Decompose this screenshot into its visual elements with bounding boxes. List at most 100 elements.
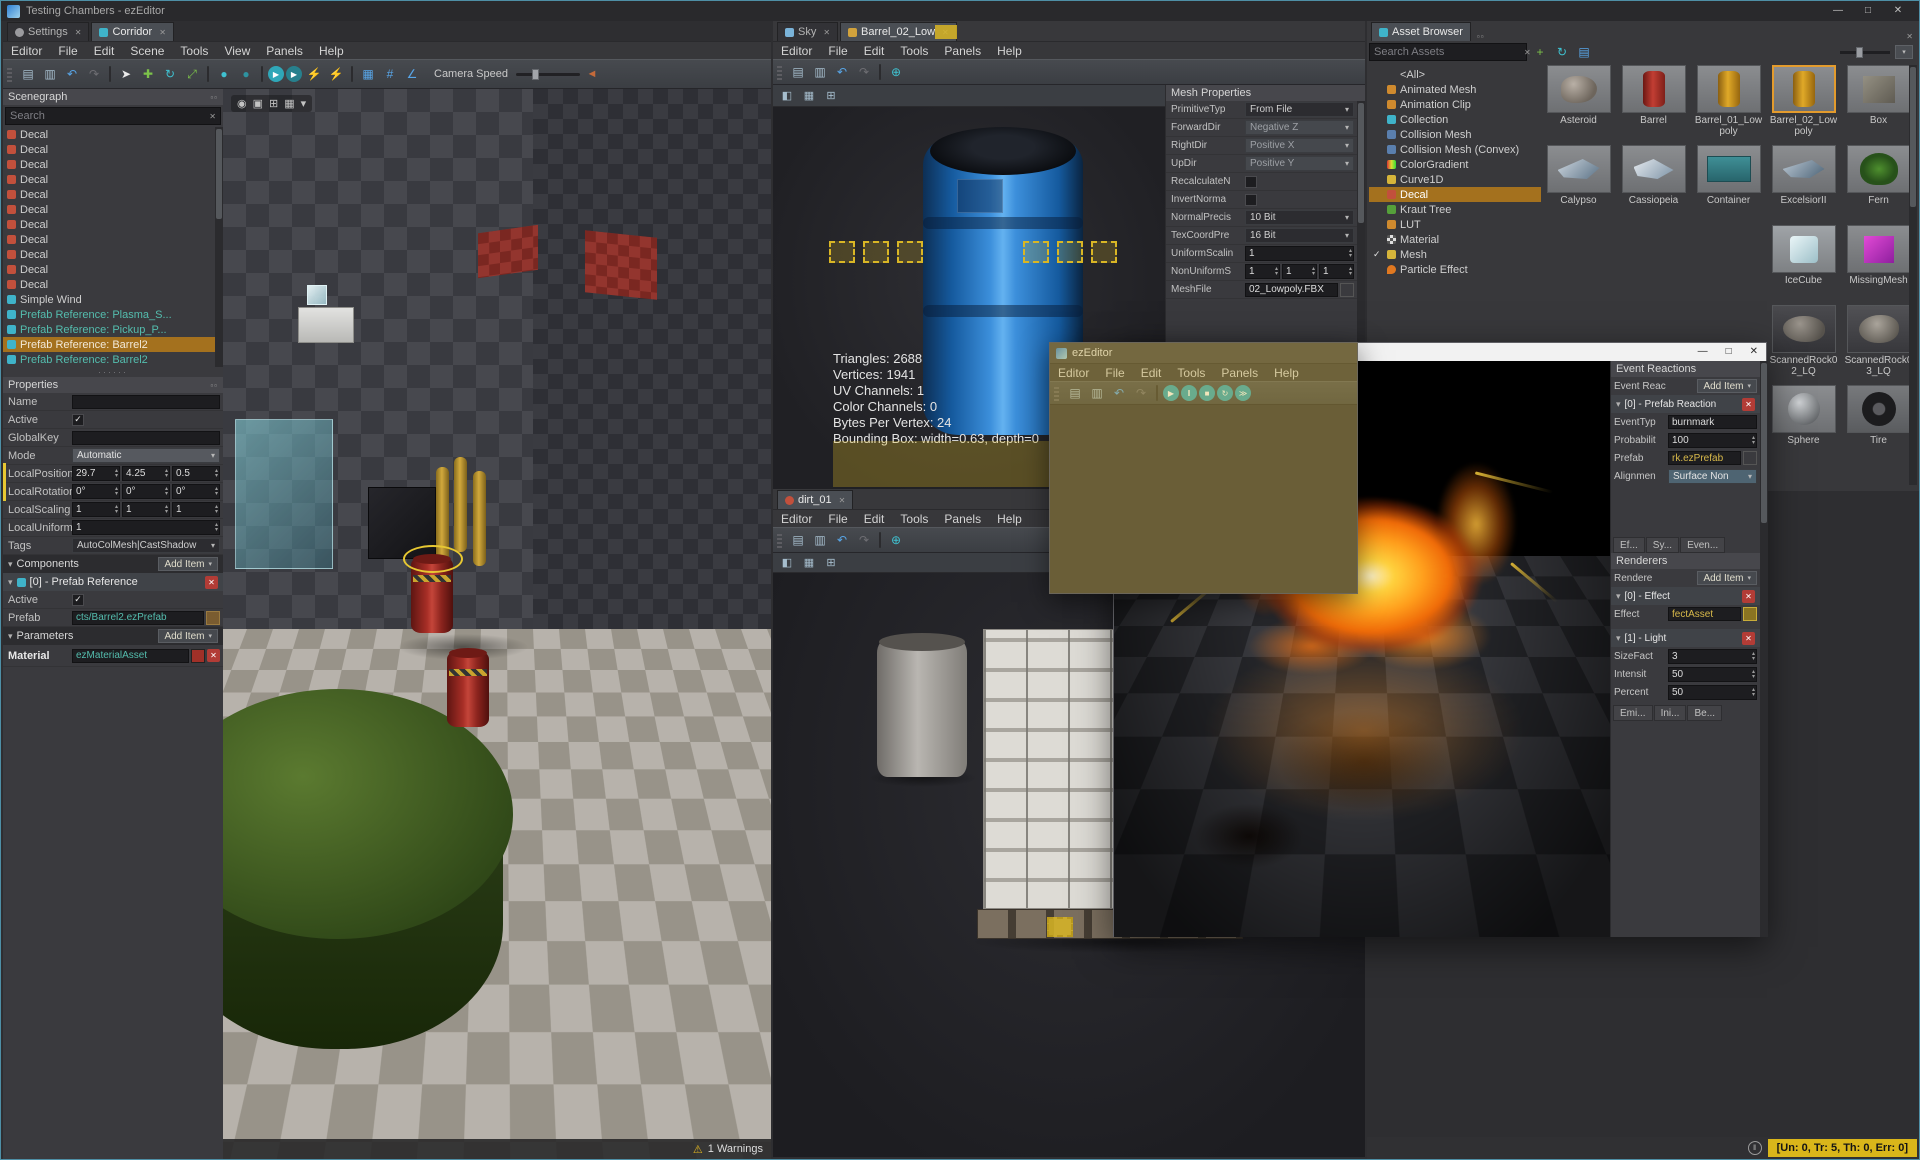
menu-item[interactable]: File xyxy=(820,44,855,58)
play-scene-icon[interactable]: ▶ xyxy=(268,66,284,82)
menu-item[interactable]: Help xyxy=(311,44,352,58)
tab-dirt-01[interactable]: dirt_01 xyxy=(777,490,854,509)
size-factor-spinner[interactable]: 3 xyxy=(1668,648,1757,664)
scrollbar-thumb[interactable] xyxy=(1358,103,1364,223)
maximize-button[interactable]: □ xyxy=(1853,2,1883,20)
name-input[interactable] xyxy=(72,394,220,409)
collapse-icon[interactable] xyxy=(1616,399,1621,410)
maximize-button[interactable]: □ xyxy=(1726,343,1732,361)
camera-menu-icon[interactable]: ▾ xyxy=(301,97,307,110)
asset-type-item[interactable]: Collision Mesh (Convex) xyxy=(1369,142,1541,157)
undo-icon[interactable]: ↶ xyxy=(1109,383,1129,403)
browse-effect-button[interactable] xyxy=(1743,607,1757,621)
asset-item[interactable]: IceCube xyxy=(1768,225,1839,305)
browse-prefab-button[interactable] xyxy=(206,610,220,625)
asset-settings-icon[interactable]: ▤ xyxy=(1575,43,1593,61)
separator[interactable] xyxy=(879,532,881,548)
close-icon[interactable] xyxy=(823,28,830,37)
collapse-icon[interactable] xyxy=(8,558,13,570)
asset-type-item[interactable]: Mesh xyxy=(1369,247,1541,262)
asset-type-item[interactable]: Collision Mesh xyxy=(1369,127,1541,142)
globe-icon[interactable]: ⊕ xyxy=(886,530,906,550)
redo-icon[interactable]: ↷ xyxy=(854,62,874,82)
separator[interactable] xyxy=(207,66,209,82)
rotate-tool-icon[interactable]: ↻ xyxy=(160,64,180,84)
grid-view-icon[interactable]: ▦ xyxy=(799,86,819,106)
render-pipeline-icon[interactable]: ● xyxy=(236,64,256,84)
add-component-button[interactable]: Add Item xyxy=(158,557,218,571)
probability-spinner[interactable]: 100 xyxy=(1668,432,1757,448)
scenegraph-item[interactable]: Decal xyxy=(3,157,223,172)
asset-type-item[interactable]: Curve1D xyxy=(1369,172,1541,187)
intensity-spinner[interactable]: 50 xyxy=(1668,666,1757,682)
scrollbar[interactable] xyxy=(215,127,223,367)
save-icon[interactable]: ▤ xyxy=(788,530,808,550)
menu-item[interactable]: View xyxy=(216,44,258,58)
position-x-spinner[interactable]: 29.7 xyxy=(72,466,120,481)
close-icon[interactable] xyxy=(839,496,846,505)
save-icon[interactable]: ▤ xyxy=(1065,383,1085,403)
menu-item[interactable]: Edit xyxy=(1133,366,1170,380)
tab-corridor[interactable]: Corridor xyxy=(91,22,174,41)
dragged-editor-window[interactable]: ezEditor Editor File Edit Tools Panels H… xyxy=(1049,342,1358,594)
play-icon[interactable]: ▶ xyxy=(1163,385,1179,401)
reaction-prefab-input[interactable]: rk.ezPrefab xyxy=(1668,451,1741,465)
dock-options-icon[interactable] xyxy=(210,381,218,390)
up-dir-dropdown[interactable]: Positive Y xyxy=(1245,156,1354,171)
effect-renderer-group[interactable]: [0] - Effect xyxy=(1611,587,1760,605)
asset-item[interactable]: ScannedRock02_LQ xyxy=(1768,305,1839,385)
toolbar-grip[interactable] xyxy=(1054,385,1059,401)
save-icon[interactable]: ▤ xyxy=(788,62,808,82)
remove-component-icon[interactable] xyxy=(205,575,218,589)
asset-item[interactable]: Barrel xyxy=(1618,65,1689,145)
restart-icon[interactable]: ↻ xyxy=(1217,385,1233,401)
slider-handle[interactable] xyxy=(1856,46,1863,58)
asset-item[interactable]: MissingMesh xyxy=(1843,225,1914,305)
open-icon[interactable]: ▥ xyxy=(40,64,60,84)
scenegraph-item[interactable]: Decal xyxy=(3,262,223,277)
active-checkbox[interactable] xyxy=(72,413,84,426)
angle-snap-icon[interactable]: ∠ xyxy=(402,64,422,84)
speaker-icon[interactable] xyxy=(582,64,602,84)
render-options-icon[interactable]: ▦ xyxy=(284,97,294,110)
menu-item[interactable]: File xyxy=(1097,366,1132,380)
collapse-icon[interactable] xyxy=(8,630,13,642)
menu-item[interactable]: File xyxy=(820,512,855,526)
close-button[interactable]: ✕ xyxy=(1750,343,1758,361)
asset-type-item[interactable]: Collection xyxy=(1369,112,1541,127)
tab-asset-browser[interactable]: Asset Browser xyxy=(1371,22,1471,41)
scenegraph-item[interactable]: Prefab Reference: Barrel2 xyxy=(3,337,223,352)
parameters-section-header[interactable]: Parameters Add Item xyxy=(3,627,223,645)
camera-view-icon[interactable]: ◧ xyxy=(777,86,797,106)
panel-tab[interactable]: Ini... xyxy=(1653,705,1687,721)
stop-icon[interactable]: ■ xyxy=(1199,385,1215,401)
warnings-badge[interactable]: 1 Warnings xyxy=(693,1143,763,1156)
toolbar-grip[interactable] xyxy=(7,66,12,82)
alignment-dropdown[interactable]: Surface Non xyxy=(1668,468,1757,484)
close-icon[interactable] xyxy=(159,28,166,37)
scenegraph-item[interactable]: Decal xyxy=(3,172,223,187)
scenegraph-item[interactable]: Prefab Reference: Pickup_P... xyxy=(3,322,223,337)
rotation-z-spinner[interactable]: 0° xyxy=(172,484,220,499)
rotation-x-spinner[interactable]: 0° xyxy=(72,484,120,499)
launch-player-icon[interactable]: ⚡ xyxy=(326,64,346,84)
search-input[interactable] xyxy=(6,110,206,122)
asset-type-item[interactable]: ColorGradient xyxy=(1369,157,1541,172)
add-renderer-button[interactable]: Add Item xyxy=(1697,571,1757,585)
export-run-icon[interactable]: ⚡ xyxy=(304,64,324,84)
scaling-z-spinner[interactable]: 1 xyxy=(172,502,220,517)
prefab-reaction-group[interactable]: [0] - Prefab Reaction xyxy=(1611,395,1760,413)
asset-item[interactable]: Barrel_01_Lowpoly xyxy=(1693,65,1764,145)
recalculate-normals-checkbox[interactable] xyxy=(1245,175,1257,188)
menu-item[interactable]: Edit xyxy=(856,512,893,526)
snapshot-icon[interactable]: ▣ xyxy=(253,97,263,110)
collapse-icon[interactable] xyxy=(8,576,13,588)
scenegraph-item[interactable]: Decal xyxy=(3,217,223,232)
asset-search-input[interactable] xyxy=(1370,46,1520,58)
asset-item[interactable]: Sphere xyxy=(1768,385,1839,465)
texcoord-precision-dropdown[interactable]: 16 Bit xyxy=(1245,228,1354,243)
menu-item[interactable]: Scene xyxy=(122,44,172,58)
scrollbar-thumb[interactable] xyxy=(1910,67,1916,207)
remove-renderer-icon[interactable] xyxy=(1742,631,1755,645)
remove-material-icon[interactable] xyxy=(207,649,220,662)
